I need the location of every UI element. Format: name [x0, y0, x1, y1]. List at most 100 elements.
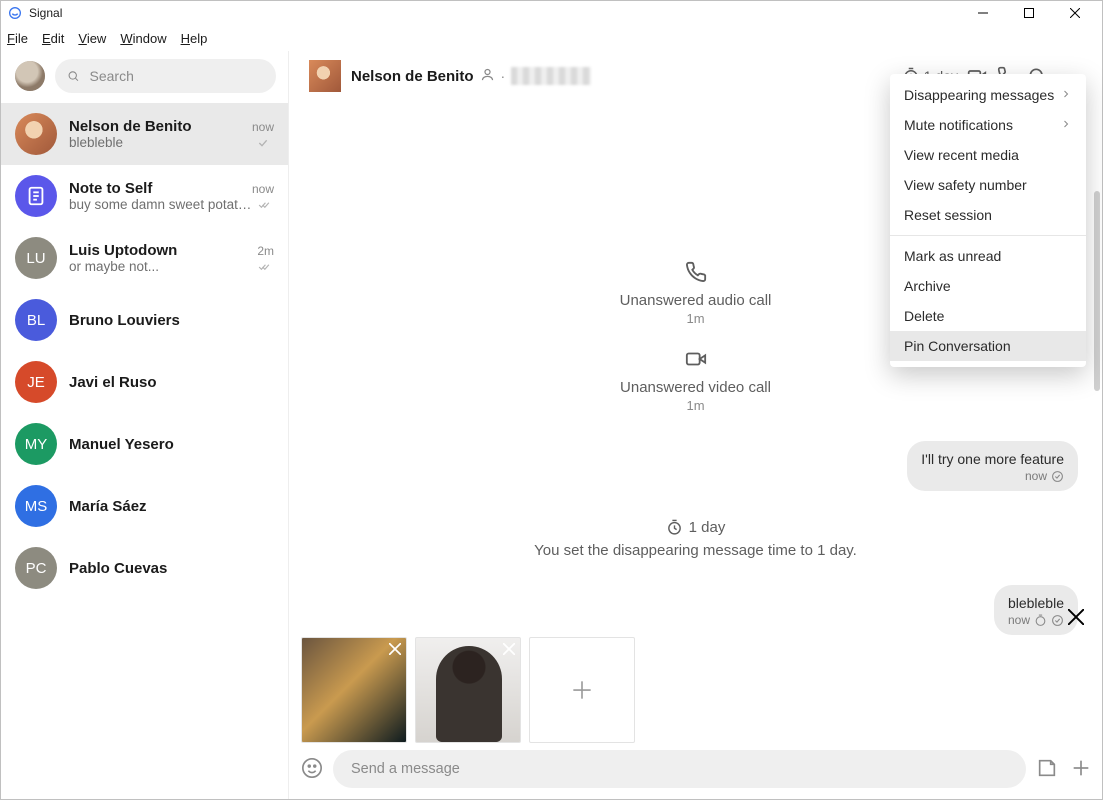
current-user-avatar[interactable]: [15, 61, 45, 91]
conversation-name: Nelson de Benito: [69, 118, 192, 135]
close-attachments-button[interactable]: [1068, 609, 1084, 628]
context-menu-item[interactable]: Reset session: [890, 200, 1086, 230]
call-time: 1m: [313, 398, 1078, 413]
message-text: I'll try one more feature: [921, 451, 1064, 467]
conversation-name: Pablo Cuevas: [69, 560, 167, 577]
context-menu-label: Disappearing messages: [904, 87, 1054, 103]
outgoing-message[interactable]: I'll try one more feature now: [907, 441, 1078, 491]
conversation-name: Javi el Ruso: [69, 374, 157, 391]
delivery-status-icon: [258, 261, 274, 273]
avatar: MY: [15, 423, 57, 465]
timer-text: You set the disappearing message time to…: [313, 542, 1078, 559]
conversation-name: María Sáez: [69, 498, 147, 515]
conversation-preview: blebleble: [69, 135, 123, 150]
avatar: BL: [15, 299, 57, 341]
avatar: LU: [15, 237, 57, 279]
context-menu-label: Delete: [904, 308, 944, 324]
emoji-button[interactable]: [301, 757, 323, 782]
conversation-item[interactable]: MS María Sáez: [1, 475, 288, 537]
conversation-time: now: [252, 182, 274, 196]
attach-plus-button[interactable]: [1070, 757, 1092, 782]
menu-window[interactable]: Window: [120, 31, 166, 46]
conversation-item[interactable]: Note to Self nowbuy some damn sweet potat…: [1, 165, 288, 227]
attachment-strip: [301, 623, 1092, 743]
conversation-name: Manuel Yesero: [69, 436, 174, 453]
avatar: [15, 113, 57, 155]
conversation-item[interactable]: Nelson de Benito now blebleble: [1, 103, 288, 165]
context-menu-item[interactable]: Archive: [890, 271, 1086, 301]
window-minimize-button[interactable]: [960, 1, 1006, 25]
context-menu-label: Pin Conversation: [904, 338, 1011, 354]
context-menu-item[interactable]: View recent media: [890, 140, 1086, 170]
context-menu-label: View recent media: [904, 147, 1019, 163]
conversation-item[interactable]: PC Pablo Cuevas: [1, 537, 288, 599]
context-menu-item[interactable]: Delete: [890, 301, 1086, 331]
chat-contact-name[interactable]: Nelson de Benito: [351, 68, 474, 85]
delivery-status-icon: [258, 137, 274, 149]
conversation-name: Note to Self: [69, 180, 152, 197]
context-menu: Disappearing messages Mute notifications V…: [890, 74, 1086, 367]
conversation-preview: buy some damn sweet potatoes: [69, 197, 258, 212]
message-text: blebleble: [1008, 595, 1064, 611]
menu-file[interactable]: File: [7, 31, 28, 46]
window-title: Signal: [29, 6, 960, 20]
context-menu-item[interactable]: View safety number: [890, 170, 1086, 200]
conversation-item[interactable]: JE Javi el Ruso: [1, 351, 288, 413]
conversation-preview: or maybe not...: [69, 259, 159, 274]
chevron-right-icon: [1060, 87, 1072, 103]
search-input[interactable]: [88, 67, 264, 85]
avatar: MS: [15, 485, 57, 527]
context-menu-label: Archive: [904, 278, 951, 294]
context-menu-item[interactable]: Disappearing messages: [890, 80, 1086, 110]
sticker-button[interactable]: [1036, 757, 1058, 782]
context-menu-item[interactable]: Mute notifications: [890, 110, 1086, 140]
menu-edit[interactable]: Edit: [42, 31, 64, 46]
timer-icon: [666, 519, 683, 536]
add-attachment-button[interactable]: [529, 637, 635, 743]
window-close-button[interactable]: [1052, 1, 1098, 25]
sidebar: Nelson de Benito now blebleble Note to Self…: [1, 51, 289, 799]
message-input-wrap[interactable]: [333, 750, 1026, 788]
window-maximize-button[interactable]: [1006, 1, 1052, 25]
conversation-item[interactable]: LULuis Uptodown2mor maybe not...: [1, 227, 288, 289]
conversation-item[interactable]: MY Manuel Yesero: [1, 413, 288, 475]
remove-attachment-button[interactable]: [500, 640, 518, 658]
message-time: now: [1025, 469, 1047, 483]
context-menu-label: Reset session: [904, 207, 992, 223]
search-icon: [67, 69, 80, 83]
avatar: JE: [15, 361, 57, 403]
note-icon: [15, 175, 57, 217]
conversation-name: Luis Uptodown: [69, 242, 177, 259]
conversation-name: Bruno Louviers: [69, 312, 180, 329]
attachment-thumbnail[interactable]: [301, 637, 407, 743]
context-menu-label: Mark as unread: [904, 248, 1001, 264]
disappearing-timer-notice: 1 day You set the disappearing message t…: [313, 519, 1078, 559]
separator-dot: ·: [501, 68, 506, 84]
scrollbar[interactable]: [1094, 191, 1100, 391]
attachment-thumbnail[interactable]: [415, 637, 521, 743]
contact-phone-redacted: [511, 67, 591, 85]
context-menu-separator: [890, 235, 1086, 236]
remove-attachment-button[interactable]: [386, 640, 404, 658]
avatar: PC: [15, 547, 57, 589]
delivered-check-icon: [1051, 470, 1064, 483]
conversation-list: Nelson de Benito now blebleble Note to Self…: [1, 103, 288, 799]
timer-duration: 1 day: [689, 519, 726, 536]
context-menu-item[interactable]: Pin Conversation: [890, 331, 1086, 361]
message-input[interactable]: [349, 760, 1010, 778]
conversation-item[interactable]: BL Bruno Louviers: [1, 289, 288, 351]
menubar: File Edit View Window Help: [1, 25, 1102, 51]
titlebar: Signal: [1, 1, 1102, 25]
context-menu-item[interactable]: Mark as unread: [890, 241, 1086, 271]
conversation-time: now: [252, 120, 274, 134]
menu-view[interactable]: View: [78, 31, 106, 46]
context-menu-label: Mute notifications: [904, 117, 1013, 133]
delivery-status-icon: [258, 199, 274, 211]
composer: [301, 749, 1092, 789]
search-box[interactable]: [55, 59, 276, 93]
chevron-right-icon: [1060, 117, 1072, 133]
context-menu-label: View safety number: [904, 177, 1027, 193]
menu-help[interactable]: Help: [181, 31, 208, 46]
chat-contact-avatar[interactable]: [309, 60, 341, 92]
contact-info-icon: [480, 67, 495, 85]
